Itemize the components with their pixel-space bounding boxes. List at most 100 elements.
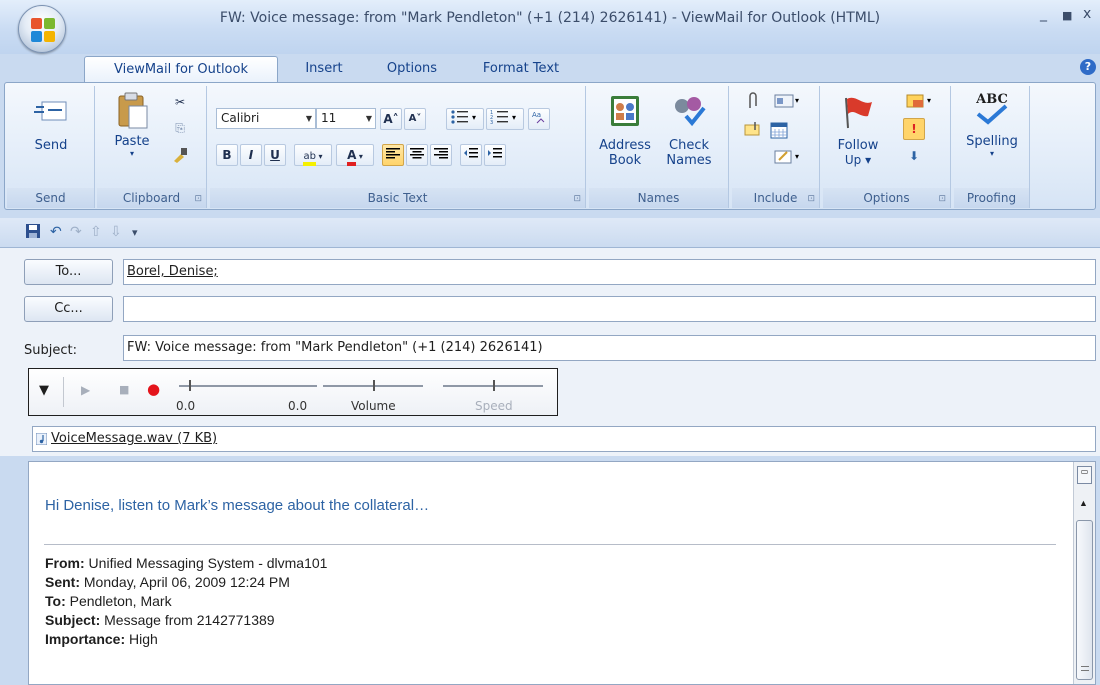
position-readout: 0.0 (176, 399, 196, 413)
address-book-button[interactable]: Address Book (595, 94, 655, 168)
from-line: From: Unified Messaging System - dlvma10… (45, 555, 328, 571)
tab-viewmail[interactable]: ViewMail for Outlook (84, 56, 278, 82)
window-title: FW: Voice message: from "Mark Pendleton"… (219, 10, 881, 26)
send-label: Send (34, 138, 68, 153)
send-icon (34, 101, 67, 121)
cc-field[interactable] (123, 296, 1096, 322)
underline-button[interactable]: U (264, 144, 286, 166)
calendar-icon[interactable] (768, 120, 790, 142)
attachment-link[interactable]: VoiceMessage.wav (7 KB) (51, 431, 217, 446)
size-dropdown-icon: ▼ (365, 114, 372, 123)
font-dropdown-icon: ▼ (305, 114, 312, 123)
options-launcher-icon[interactable]: ⊡ (938, 194, 946, 204)
tab-format-text[interactable]: Format Text (466, 56, 576, 82)
group-label-include: Include (732, 188, 819, 208)
paste-button[interactable]: Paste ▾ (107, 92, 157, 158)
svg-text:▾: ▾ (472, 113, 476, 122)
font-color-icon: A (347, 148, 357, 166)
follow-up-button[interactable]: Follow Up ▾ (829, 94, 887, 168)
highlight-button[interactable]: ab ▾ (294, 144, 332, 166)
stop-icon[interactable]: ■ (119, 383, 129, 396)
vertical-scrollbar[interactable]: ▭ ▲ (1073, 462, 1095, 684)
align-left-button[interactable] (382, 144, 404, 166)
bold-button[interactable]: B (216, 144, 238, 166)
undo-icon[interactable]: ↶ (50, 224, 62, 240)
attach-item-icon[interactable] (742, 120, 764, 142)
basic-text-launcher-icon[interactable]: ⊡ (573, 194, 581, 204)
message-body[interactable]: Hi Denise, listen to Mark’s message abou… (28, 461, 1096, 685)
font-size-combo[interactable]: 11 ▼ (316, 108, 376, 129)
importance-low-button[interactable]: ⬇ (903, 146, 925, 168)
help-icon[interactable]: ? (1080, 59, 1096, 75)
clipboard-launcher-icon[interactable]: ⊡ (194, 194, 202, 204)
tab-insert[interactable]: Insert (286, 56, 362, 82)
customize-qat-icon[interactable]: ▾ (132, 226, 138, 239)
speed-slider[interactable] (443, 377, 543, 393)
close-button[interactable]: x (1083, 6, 1091, 22)
include-launcher-icon[interactable]: ⊡ (807, 194, 815, 204)
grow-font-button[interactable]: A˄ (380, 108, 402, 130)
save-icon[interactable] (26, 224, 40, 242)
increase-indent-button[interactable] (484, 144, 506, 166)
position-slider[interactable] (179, 377, 317, 393)
numbering-button[interactable]: 1 2 3 ▾ (486, 108, 524, 130)
business-card-icon[interactable]: ▾ (768, 92, 808, 114)
to-field[interactable]: Borel, Denise; (123, 259, 1096, 285)
scroll-thumb[interactable] (1076, 520, 1093, 680)
font-color-button[interactable]: A ▾ (336, 144, 374, 166)
previous-item-icon[interactable]: ⇧ (90, 224, 102, 240)
increase-indent-icon (488, 148, 502, 158)
align-center-button[interactable] (406, 144, 428, 166)
player-divider (63, 377, 64, 407)
attach-file-icon[interactable] (742, 92, 764, 114)
signature-icon[interactable]: ▾ (768, 148, 808, 170)
styles-icon[interactable]: Aa (528, 108, 550, 130)
group-names: Address Book Check Names Names (589, 86, 729, 208)
send-button[interactable]: Send (7, 96, 95, 153)
font-name-combo[interactable]: Calibri ▼ (216, 108, 316, 129)
cut-icon[interactable]: ✂ (169, 92, 191, 114)
paste-label: Paste (114, 134, 150, 149)
volume-label: Volume (351, 399, 396, 413)
align-right-button[interactable] (430, 144, 452, 166)
svg-text:▾: ▾ (927, 96, 931, 105)
minimize-button[interactable]: _ (1040, 6, 1047, 22)
bullets-button[interactable]: ▾ (446, 108, 484, 130)
volume-slider[interactable] (323, 377, 423, 393)
svg-text:▾: ▾ (795, 96, 799, 105)
decrease-indent-icon (464, 148, 478, 158)
scroll-up-icon[interactable]: ▲ (1079, 498, 1088, 508)
shrink-font-button[interactable]: A˅ (404, 108, 426, 130)
importance-high-button[interactable]: ! (903, 118, 925, 140)
group-label-basic-text: Basic Text (210, 188, 585, 208)
group-options: Follow Up ▾ ▾ ! ⬇ Options ⊡ (823, 86, 951, 208)
svg-text:Aa: Aa (532, 111, 541, 119)
italic-button[interactable]: I (240, 144, 262, 166)
format-painter-icon[interactable] (169, 146, 191, 168)
decrease-indent-button[interactable] (460, 144, 482, 166)
categorize-icon[interactable]: ▾ (901, 92, 941, 114)
play-icon[interactable]: ▶ (81, 383, 90, 397)
next-item-icon[interactable]: ⇩ (110, 224, 122, 240)
numbering-icon: 123▾ (490, 110, 516, 126)
tab-options[interactable]: Options (368, 56, 456, 82)
redo-icon[interactable]: ↷ (70, 224, 82, 240)
to-line: To: Pendleton, Mark (45, 593, 172, 609)
record-icon[interactable]: ● (147, 380, 160, 398)
check-names-button[interactable]: Check Names (659, 94, 719, 168)
ribbon: Send Send Paste ▾ ✂ ⎘ Clipboard ⊡ Calibr… (4, 82, 1096, 210)
spelling-button[interactable]: ABC Spelling ▾ (954, 92, 1030, 158)
align-left-icon (386, 148, 400, 159)
maximize-button[interactable]: ■ (1062, 9, 1072, 22)
subject-field[interactable]: FW: Voice message: from "Mark Pendleton"… (123, 335, 1096, 361)
paste-dropdown-icon[interactable]: ▾ (107, 149, 157, 158)
to-button[interactable]: To... (24, 259, 113, 285)
view-ruler-icon[interactable]: ▭ (1077, 466, 1092, 484)
svg-text:3: 3 (490, 120, 493, 125)
address-book-icon (611, 96, 639, 126)
player-menu-icon[interactable]: ▼ (39, 383, 49, 398)
cc-button[interactable]: Cc... (24, 296, 113, 322)
title-bar: FW: Voice message: from "Mark Pendleton"… (0, 0, 1100, 54)
copy-icon[interactable]: ⎘ (169, 118, 191, 140)
group-clipboard: Paste ▾ ✂ ⎘ Clipboard ⊡ (97, 86, 207, 208)
